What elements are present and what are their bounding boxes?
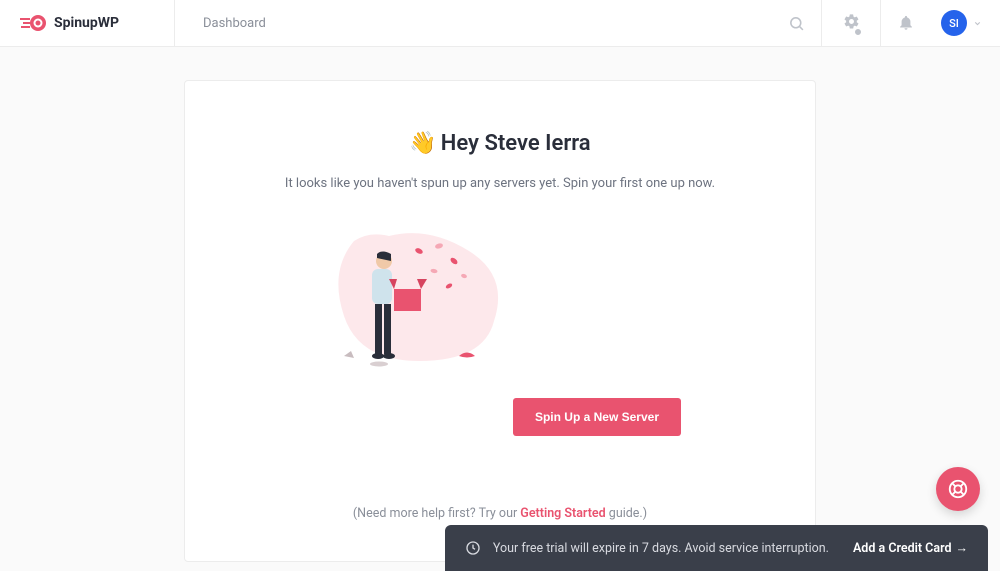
arrow-right-icon: →	[956, 541, 969, 556]
chevron-down-icon	[973, 19, 982, 28]
spin-up-server-button[interactable]: Spin Up a New Server	[513, 398, 681, 436]
toast-message: Your free trial will expire in 7 days. A…	[493, 541, 829, 556]
wave-emoji: 👋	[409, 131, 436, 156]
bell-icon	[898, 15, 914, 31]
help-prefix: (Need more help first? Try our	[353, 506, 520, 521]
brand-name: SpinupWP	[54, 15, 119, 31]
brand-mark-icon	[20, 14, 46, 32]
search-icon	[788, 15, 805, 32]
getting-started-link[interactable]: Getting Started	[520, 506, 605, 521]
app-header: SpinupWP Dashboard SI	[0, 0, 1000, 47]
greeting-text: Hey Steve Ierra	[441, 131, 591, 156]
trial-toast: Your free trial will expire in 7 days. A…	[445, 525, 988, 571]
greeting-heading: 👋Hey Steve Ierra	[225, 131, 775, 156]
gear-icon	[843, 13, 860, 30]
onboarding-card: 👋Hey Steve Ierra It looks like you haven…	[184, 80, 816, 562]
help-text: (Need more help first? Try our Getting S…	[225, 506, 775, 521]
help-suffix: guide.)	[606, 506, 647, 521]
add-credit-card-link[interactable]: Add a Credit Card →	[853, 541, 968, 556]
notifications-button[interactable]	[881, 0, 931, 47]
help-fab-button[interactable]	[936, 467, 980, 511]
empty-state-illustration	[319, 221, 509, 371]
user-menu-button[interactable]: SI	[931, 10, 1000, 36]
main-content: 👋Hey Steve Ierra It looks like you haven…	[0, 47, 1000, 562]
avatar: SI	[941, 10, 967, 36]
page-title: Dashboard	[175, 16, 266, 31]
onboarding-subtext: It looks like you haven't spun up any se…	[225, 176, 775, 191]
brand-logo[interactable]: SpinupWP	[0, 0, 175, 47]
search-button[interactable]	[771, 0, 821, 47]
settings-button[interactable]	[821, 0, 881, 47]
clock-icon	[465, 540, 481, 556]
toast-action-label: Add a Credit Card	[853, 541, 952, 556]
lifebuoy-icon	[947, 478, 969, 500]
